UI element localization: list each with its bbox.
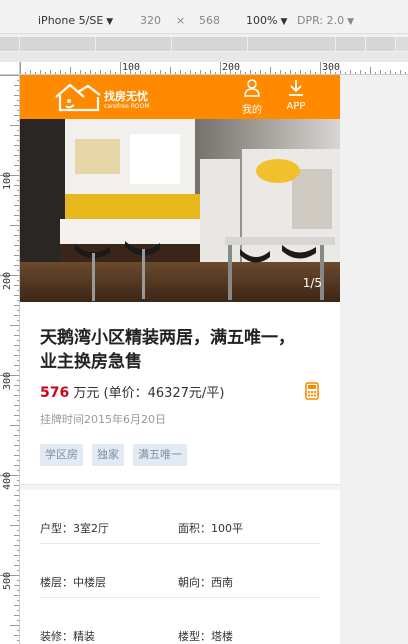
listing-title: 天鹅湾小区精装两居，满五唯一，业主换房急售 (40, 328, 295, 372)
devtools-gutter (340, 75, 408, 644)
spec-row: 户型：3室2厅 面积：100平 (40, 490, 320, 544)
brand-subtitle: carefree ROOM (104, 103, 150, 110)
calculator-icon (305, 382, 319, 400)
listing-price: 576 万元 (单价：46327元/平) (40, 382, 224, 401)
device-viewport: 找房无忧 carefree ROOM 我的 APP 1/5 天鹅湾小区精装两居，… (20, 75, 340, 644)
ruler-corner (0, 62, 20, 75)
user-icon (244, 79, 260, 97)
dimension-separator: × (176, 14, 186, 27)
dpr-value: DPR: 2.0 (297, 14, 345, 27)
spec-area: 面积：100平 (178, 522, 243, 535)
spec-orientation: 朝向：西南 (178, 576, 233, 589)
devtools-device-toolbar: iPhone 5/SE ▼ 320 × 568 100% ▼ DPR: 2.0 ▼ (0, 0, 408, 34)
listing-date: 挂牌时间2015年6月20日 (40, 413, 166, 426)
ruler-label: 100 (2, 171, 13, 190)
spec-row: 装修：精装 楼型：塔楼 (40, 598, 320, 644)
horizontal-ruler: 100 200 300 (20, 62, 408, 75)
carousel-counter: 1/5 (302, 276, 322, 290)
chevron-down-icon: ▼ (347, 17, 355, 27)
my-account-label: 我的 (242, 105, 262, 116)
horizontal-ruler-ticks (20, 62, 406, 74)
listing-tag: 独家 (92, 444, 124, 466)
ruler-label: 500 (2, 571, 13, 590)
brand-name: 找房无忧 (104, 90, 148, 103)
price-unit: 万元 (单价：46327元/平) (73, 386, 225, 401)
chevron-down-icon: ▼ (106, 17, 114, 27)
zoom-select[interactable]: 100% ▼ (246, 14, 287, 29)
listing-tags: 学区房 独家 满五唯一 (40, 444, 187, 466)
download-app-label: APP (286, 101, 306, 112)
price-amount: 576 (40, 385, 70, 401)
my-account-button[interactable]: 我的 (240, 79, 264, 116)
ruler-label: 200 (2, 271, 13, 290)
house-logo-icon (55, 83, 101, 112)
media-query-bar-secondary[interactable] (0, 52, 408, 62)
vertical-ruler: 100 200 300 400 500 (0, 75, 20, 644)
ruler-label: 300 (322, 62, 341, 73)
width-input[interactable]: 320 (140, 14, 161, 28)
spec-building-type: 楼型：塔楼 (178, 630, 233, 643)
kitchen-photo (20, 119, 340, 302)
device-name: iPhone 5/SE (38, 14, 104, 27)
listing-photo-carousel[interactable]: 1/5 (20, 119, 340, 302)
download-app-button[interactable]: APP (283, 79, 309, 112)
ruler-label: 200 (222, 62, 241, 73)
zoom-value: 100% (246, 14, 278, 27)
download-icon (289, 80, 303, 96)
brand-logo[interactable]: 找房无忧 carefree ROOM (54, 81, 164, 113)
device-select[interactable]: iPhone 5/SE ▼ (38, 14, 113, 29)
listing-tag: 学区房 (40, 444, 83, 466)
ruler-label: 100 (122, 62, 141, 73)
media-query-bar[interactable] (0, 37, 408, 51)
ruler-label: 400 (2, 471, 13, 490)
mortgage-calculator-button[interactable] (305, 382, 319, 404)
vertical-ruler-ticks (0, 75, 19, 641)
spec-layout: 户型：3室2厅 (40, 522, 109, 535)
app-header: 找房无忧 carefree ROOM 我的 APP (20, 75, 340, 119)
chevron-down-icon: ▼ (280, 17, 288, 27)
listing-tag: 满五唯一 (133, 444, 187, 466)
dpr-select[interactable]: DPR: 2.0 ▼ (297, 14, 354, 29)
spec-decoration: 装修：精装 (40, 630, 95, 643)
spec-row: 楼层：中楼层 朝向：西南 (40, 544, 320, 598)
property-specs: 户型：3室2厅 面积：100平 楼层：中楼层 朝向：西南 装修：精装 楼型：塔楼 (40, 490, 320, 644)
ruler-label: 300 (2, 371, 13, 390)
height-input[interactable]: 568 (199, 14, 220, 28)
spec-floor: 楼层：中楼层 (40, 576, 106, 589)
